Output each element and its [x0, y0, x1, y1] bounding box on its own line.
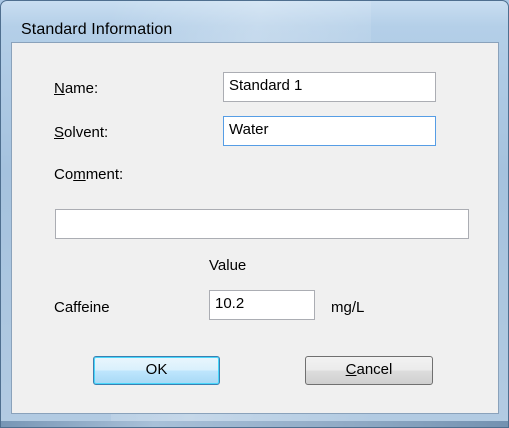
solvent-label-mnemonic: S	[54, 124, 65, 141]
component-value-field[interactable]: 10.2	[209, 290, 315, 320]
comment-label-text: ment:	[85, 166, 124, 183]
dialog-title: Standard Information	[21, 21, 173, 38]
component-unit-label: mg/L	[331, 299, 365, 316]
comment-label-prefix: Co	[54, 166, 74, 183]
cancel-button-text: ancel	[356, 361, 393, 378]
value-column-header: Value	[209, 257, 247, 274]
cancel-button-label: Cancel	[346, 357, 393, 383]
name-label: Name:	[54, 80, 98, 98]
ok-button-label: OK	[145, 361, 168, 378]
comment-field[interactable]	[55, 209, 469, 239]
cancel-button-mnemonic: C	[345, 361, 357, 378]
title-bar[interactable]: Standard Information	[1, 1, 508, 41]
window-bottom-border	[1, 421, 508, 427]
component-name-label: Caffeine	[54, 299, 110, 316]
dialog-client-area: Name: Standard 1 Solvent: Water Comment:…	[11, 42, 499, 414]
cancel-button[interactable]: Cancel	[305, 356, 433, 385]
solvent-label: Solvent:	[54, 124, 108, 142]
comment-label-mnemonic: m	[73, 166, 86, 183]
solvent-label-text: olvent:	[64, 124, 109, 141]
name-label-text: ame:	[64, 80, 99, 97]
comment-label: Comment:	[54, 166, 123, 184]
dialog-window: Standard Information Name: Standard 1 So…	[0, 0, 509, 428]
solvent-field[interactable]: Water	[223, 116, 436, 146]
name-label-mnemonic: N	[54, 80, 65, 97]
name-field[interactable]: Standard 1	[223, 72, 436, 102]
ok-button[interactable]: OK	[93, 356, 220, 385]
